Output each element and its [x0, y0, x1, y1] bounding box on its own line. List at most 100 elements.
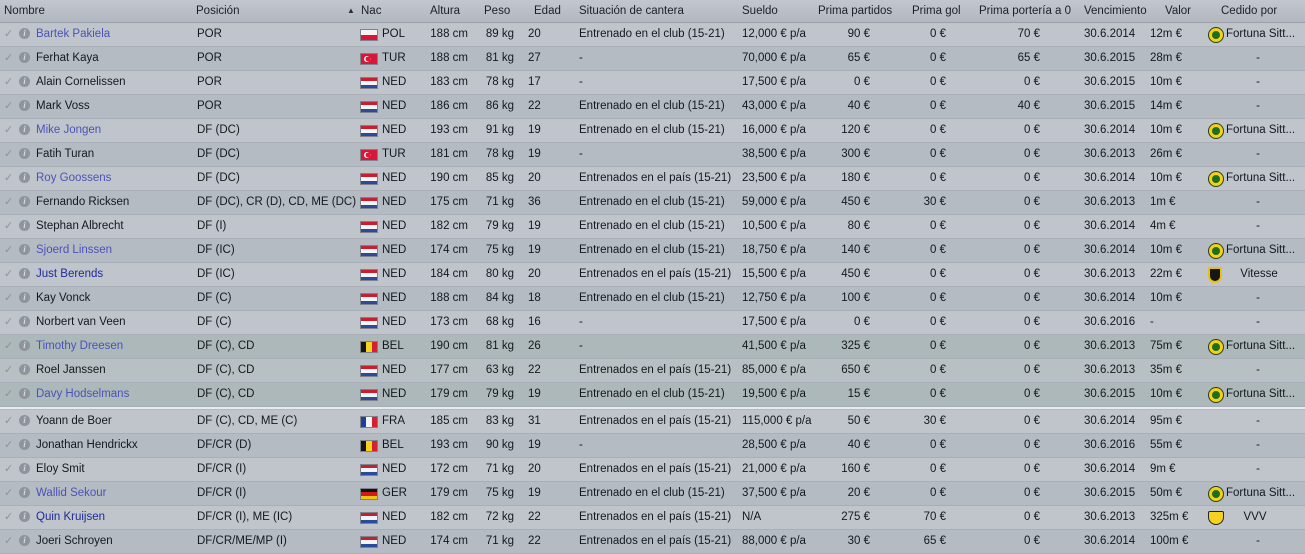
- vitesse-crest-icon[interactable]: [1208, 267, 1222, 283]
- player-loaned-from[interactable]: Fortuna Sitt...: [1226, 482, 1304, 505]
- column-header-edad[interactable]: Edad: [534, 0, 561, 22]
- tick-icon[interactable]: ✓: [4, 511, 15, 523]
- column-header-vencimiento[interactable]: Vencimiento: [1084, 0, 1147, 22]
- player-name[interactable]: Eloy Smit: [36, 458, 194, 481]
- fortuna-crest-icon[interactable]: [1208, 387, 1224, 403]
- table-row[interactable]: ✓ i Joeri Schroyen DF/CR/ME/MP (I) NED 174 cm…: [0, 530, 1305, 554]
- table-row[interactable]: ✓ i Stephan Albrecht DF (I) NED 182 cm 79 kg 19…: [0, 215, 1305, 239]
- fortuna-crest-icon[interactable]: [1208, 123, 1224, 139]
- table-row[interactable]: ✓ i Ferhat Kaya POR TUR 188 cm 81 kg 27-70,000 …: [0, 47, 1305, 71]
- tick-icon[interactable]: ✓: [4, 292, 15, 304]
- tick-icon[interactable]: ✓: [4, 535, 15, 547]
- table-row[interactable]: ✓ i Roel Janssen DF (C), CD NED 177 cm 63 kg 22…: [0, 359, 1305, 383]
- column-header-sueldo[interactable]: Sueldo: [742, 0, 778, 22]
- player-loaned-from[interactable]: Fortuna Sitt...: [1226, 167, 1304, 190]
- tick-icon[interactable]: ✓: [4, 76, 15, 88]
- tick-icon[interactable]: ✓: [4, 100, 15, 112]
- player-loaned-from[interactable]: VVV: [1228, 506, 1282, 529]
- tick-icon[interactable]: ✓: [4, 244, 15, 256]
- player-name[interactable]: Quin Kruijsen: [36, 506, 194, 529]
- tick-icon[interactable]: ✓: [4, 124, 15, 136]
- player-name[interactable]: Fernando Ricksen: [36, 191, 194, 214]
- column-header-posicion[interactable]: Posición: [196, 0, 239, 22]
- player-name[interactable]: Sjoerd Linssen: [36, 239, 194, 262]
- table-row[interactable]: ✓ i Timothy Dreesen DF (C), CD BEL 190 cm 81 k…: [0, 335, 1305, 359]
- player-loaned-from[interactable]: Fortuna Sitt...: [1226, 239, 1304, 262]
- column-header-valor[interactable]: Valor: [1165, 0, 1191, 22]
- column-header-prima-partidos[interactable]: Prima partidos: [818, 0, 892, 22]
- table-row[interactable]: ✓ i Mike Jongen DF (DC) NED 193 cm 91 kg 19 Entr…: [0, 119, 1305, 143]
- player-name[interactable]: Norbert van Veen: [36, 311, 194, 334]
- column-header-nac[interactable]: Nac: [361, 0, 381, 22]
- info-icon[interactable]: i: [19, 220, 30, 231]
- player-name[interactable]: Joeri Schroyen: [36, 530, 194, 553]
- info-icon[interactable]: i: [19, 463, 30, 474]
- info-icon[interactable]: i: [19, 244, 30, 255]
- table-row[interactable]: ✓ i Fatih Turan DF (DC) TUR 181 cm 78 kg 19-38,…: [0, 143, 1305, 167]
- player-name[interactable]: Roel Janssen: [36, 359, 194, 382]
- player-name[interactable]: Wallid Sekour: [36, 482, 194, 505]
- player-name[interactable]: Ferhat Kaya: [36, 47, 194, 70]
- info-icon[interactable]: i: [19, 76, 30, 87]
- vvv-crest-icon[interactable]: [1208, 511, 1224, 525]
- sort-ascending-icon[interactable]: ▲: [347, 0, 355, 22]
- player-loaned-from[interactable]: Fortuna Sitt...: [1226, 335, 1304, 358]
- player-name[interactable]: Stephan Albrecht: [36, 215, 194, 238]
- info-icon[interactable]: i: [19, 172, 30, 183]
- info-icon[interactable]: i: [19, 388, 30, 399]
- info-icon[interactable]: i: [19, 148, 30, 159]
- info-icon[interactable]: i: [19, 415, 30, 426]
- player-name[interactable]: Fatih Turan: [36, 143, 194, 166]
- table-row[interactable]: ✓ i Bartek Pakiela POR POL 188 cm 89 kg 20 Entre…: [0, 23, 1305, 47]
- info-icon[interactable]: i: [19, 196, 30, 207]
- tick-icon[interactable]: ✓: [4, 172, 15, 184]
- player-loaned-from[interactable]: Fortuna Sitt...: [1226, 23, 1304, 46]
- player-name[interactable]: Davy Hodselmans: [36, 383, 194, 406]
- tick-icon[interactable]: ✓: [4, 220, 15, 232]
- table-row[interactable]: ✓ i Fernando Ricksen DF (DC), CR (D), CD, M…: [0, 191, 1305, 215]
- player-name[interactable]: Kay Vonck: [36, 287, 194, 310]
- table-row[interactable]: ✓ i Wallid Sekour DF/CR (I) GER 179 cm 75 kg 19…: [0, 482, 1305, 506]
- table-row[interactable]: ✓ i Alain Cornelissen POR NED 183 cm 78 kg 17-1…: [0, 71, 1305, 95]
- tick-icon[interactable]: ✓: [4, 364, 15, 376]
- player-name[interactable]: Just Berends: [36, 263, 194, 286]
- player-name[interactable]: Bartek Pakiela: [36, 23, 194, 46]
- info-icon[interactable]: i: [19, 316, 30, 327]
- info-icon[interactable]: i: [19, 100, 30, 111]
- tick-icon[interactable]: ✓: [4, 148, 15, 160]
- player-name[interactable]: Jonathan Hendrickx: [36, 434, 194, 457]
- tick-icon[interactable]: ✓: [4, 340, 15, 352]
- fortuna-crest-icon[interactable]: [1208, 486, 1224, 502]
- player-loaned-from[interactable]: Vitesse: [1228, 263, 1290, 286]
- table-row[interactable]: ✓ i Roy Goossens DF (DC) NED 190 cm 85 kg 20 Ent…: [0, 167, 1305, 191]
- info-icon[interactable]: i: [19, 292, 30, 303]
- info-icon[interactable]: i: [19, 28, 30, 39]
- table-row[interactable]: ✓ i Quin Kruijsen DF/CR (I), ME (IC) NED 182 …: [0, 506, 1305, 530]
- player-name[interactable]: Mike Jongen: [36, 119, 194, 142]
- table-row[interactable]: ✓ i Sjoerd Linssen DF (IC) NED 174 cm 75 kg 19 E…: [0, 239, 1305, 263]
- info-icon[interactable]: i: [19, 124, 30, 135]
- column-header-peso[interactable]: Peso: [484, 0, 510, 22]
- info-icon[interactable]: i: [19, 268, 30, 279]
- player-name[interactable]: Alain Cornelissen: [36, 71, 194, 94]
- table-row[interactable]: ✓ i Mark Voss POR NED 186 cm 86 kg 22 Entrenado …: [0, 95, 1305, 119]
- tick-icon[interactable]: ✓: [4, 28, 15, 40]
- tick-icon[interactable]: ✓: [4, 415, 15, 427]
- info-icon[interactable]: i: [19, 511, 30, 522]
- fortuna-crest-icon[interactable]: [1208, 171, 1224, 187]
- table-row[interactable]: ✓ i Davy Hodselmans DF (C), CD NED 179 cm 79 k…: [0, 383, 1305, 407]
- player-name[interactable]: Timothy Dreesen: [36, 335, 194, 358]
- fortuna-crest-icon[interactable]: [1208, 27, 1224, 43]
- info-icon[interactable]: i: [19, 439, 30, 450]
- column-header-cantera[interactable]: Situación de cantera: [579, 0, 684, 22]
- table-row[interactable]: ✓ i Yoann de Boer DF (C), CD, ME (C) FRA 185 …: [0, 410, 1305, 434]
- column-header-cedido[interactable]: Cedido por: [1221, 0, 1277, 22]
- info-icon[interactable]: i: [19, 340, 30, 351]
- player-name[interactable]: Yoann de Boer: [36, 410, 194, 433]
- player-loaned-from[interactable]: Fortuna Sitt...: [1226, 119, 1304, 142]
- tick-icon[interactable]: ✓: [4, 316, 15, 328]
- player-name[interactable]: Mark Voss: [36, 95, 194, 118]
- column-header-prima-gol[interactable]: Prima gol: [912, 0, 961, 22]
- table-row[interactable]: ✓ i Jonathan Hendrickx DF/CR (D) BEL 193 cm 90…: [0, 434, 1305, 458]
- tick-icon[interactable]: ✓: [4, 52, 15, 64]
